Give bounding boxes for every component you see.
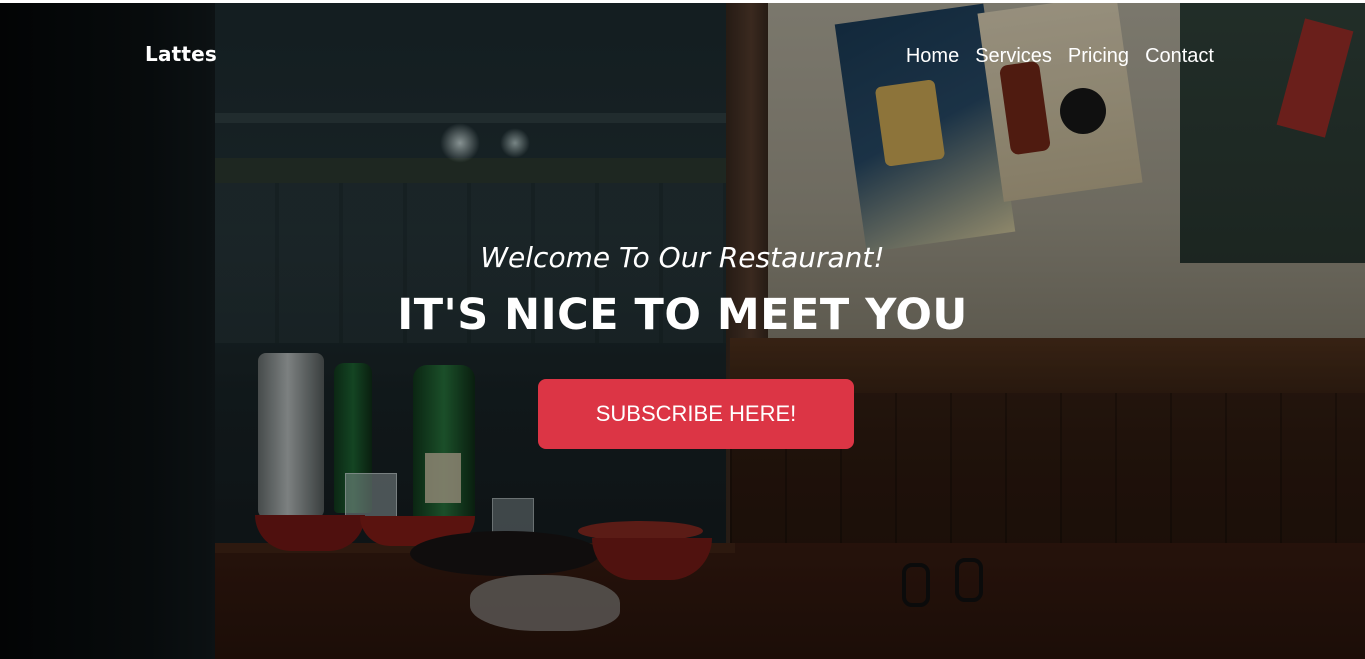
landing-page: Lattes Home Services Pricing Contact Wel…: [0, 0, 1365, 659]
nav-link-home[interactable]: Home: [906, 42, 959, 70]
hero-subtitle: Welcome To Our Restaurant!: [480, 241, 885, 274]
nav-link-pricing[interactable]: Pricing: [1068, 42, 1129, 70]
top-border: [0, 0, 1365, 3]
subscribe-button[interactable]: SUBSCRIBE HERE!: [538, 379, 854, 449]
nav-link-services[interactable]: Services: [975, 42, 1052, 70]
hero-title: IT'S NICE TO MEET YOU: [397, 290, 968, 340]
brand-logo[interactable]: Lattes: [145, 42, 217, 66]
nav-link-contact[interactable]: Contact: [1145, 42, 1214, 70]
main-nav: Home Services Pricing Contact: [906, 42, 1214, 70]
